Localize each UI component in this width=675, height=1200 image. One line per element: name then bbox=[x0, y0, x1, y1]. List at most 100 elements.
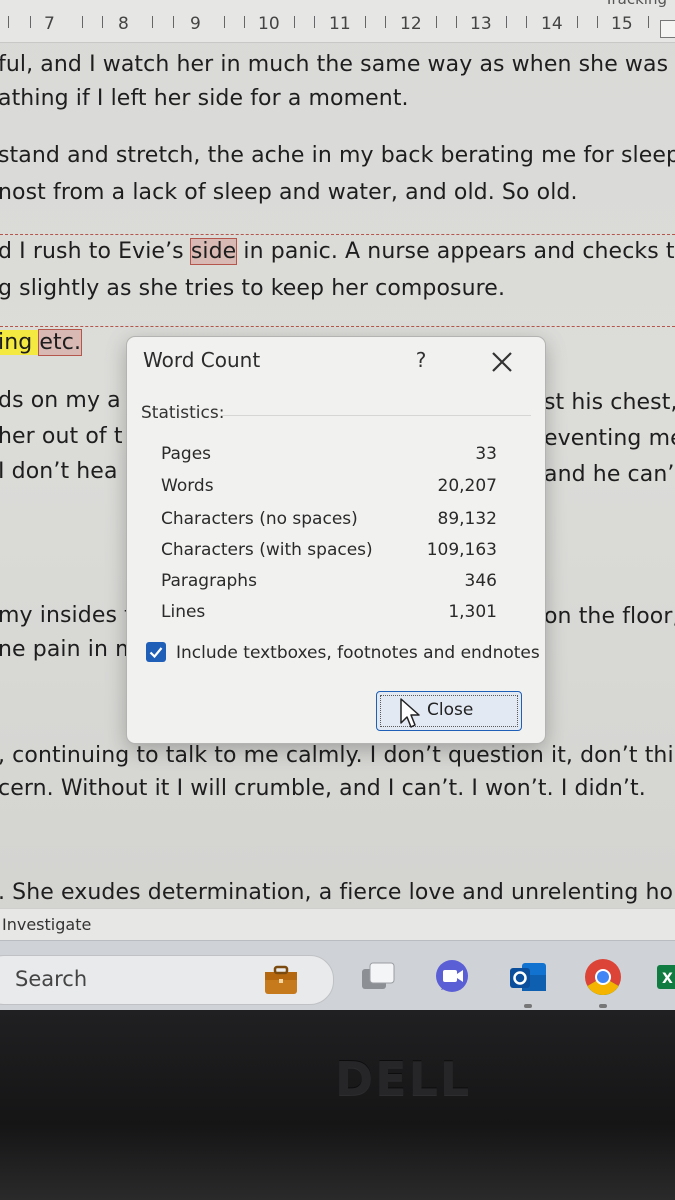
stat-label: Lines bbox=[161, 602, 206, 622]
dell-logo: DELL bbox=[335, 1052, 472, 1106]
ruler-number: 13 bbox=[470, 14, 492, 34]
stat-value: 20,207 bbox=[437, 476, 497, 496]
stat-value: 346 bbox=[464, 571, 497, 591]
running-indicator bbox=[524, 1004, 532, 1008]
word-count-dialog: Word Count ? Statistics: Pages 33 Words … bbox=[126, 336, 546, 744]
close-button[interactable]: Close bbox=[376, 691, 522, 731]
doc-text-line[interactable]: ing etc. bbox=[0, 329, 83, 356]
ruler-number: 9 bbox=[190, 14, 201, 34]
doc-text-line-left[interactable]: ne pain in m bbox=[0, 637, 137, 662]
search-label: Search bbox=[15, 967, 88, 991]
ruler-number: 12 bbox=[400, 14, 422, 34]
ruler-tick bbox=[597, 16, 598, 28]
ruler-number: 15 bbox=[611, 14, 633, 34]
doc-text-line[interactable]: nost from a lack of sleep and water, and… bbox=[0, 180, 578, 205]
doc-text-line-left[interactable]: ds on my a bbox=[0, 388, 121, 413]
ruler-number: 14 bbox=[541, 14, 563, 34]
document-screen: Tracking 7 8 9 10 11 12 13 14 15 ful, an… bbox=[0, 0, 675, 1010]
svg-text:X: X bbox=[662, 971, 673, 987]
task-view-icon[interactable] bbox=[358, 957, 398, 997]
tracked-change-word[interactable]: side bbox=[189, 238, 238, 265]
doc-text-line-left[interactable]: I don’t hea bbox=[0, 459, 118, 484]
ruler-tick bbox=[526, 16, 527, 28]
status-bar: Investigate bbox=[0, 908, 675, 941]
video-chat-icon[interactable] bbox=[432, 957, 472, 997]
horizontal-ruler[interactable]: Tracking 7 8 9 10 11 12 13 14 15 bbox=[0, 0, 675, 43]
ruler-tick bbox=[8, 16, 9, 28]
ruler-tick bbox=[82, 16, 83, 28]
close-button-label: Close bbox=[427, 700, 474, 720]
doc-text-line[interactable]: d I rush to Evie’s side in panic. A nurs… bbox=[0, 238, 675, 265]
ruler-number: 7 bbox=[44, 14, 55, 34]
dialog-title: Word Count bbox=[143, 348, 261, 372]
chrome-icon[interactable] bbox=[583, 957, 623, 997]
tracked-change-marker bbox=[0, 326, 675, 327]
divider bbox=[221, 415, 531, 416]
running-indicator bbox=[599, 1004, 607, 1008]
doc-text-line[interactable]: , continuing to talk to me calmly. I don… bbox=[0, 743, 675, 768]
right-indent-marker[interactable] bbox=[660, 20, 675, 38]
ruler-tick bbox=[314, 16, 315, 28]
doc-text-segment: in panic. A nurse appears and checks the bbox=[236, 239, 675, 264]
doc-text-line[interactable]: ful, and I watch her in much the same wa… bbox=[0, 52, 668, 77]
stat-label: Pages bbox=[161, 444, 212, 464]
ruler-tick bbox=[224, 16, 225, 28]
doc-text-line-left[interactable]: my insides t bbox=[0, 603, 133, 628]
include-textboxes-checkbox[interactable] bbox=[146, 642, 166, 662]
mouse-pointer-icon bbox=[399, 697, 421, 729]
doc-text-line[interactable]: cern. Without it I will crumble, and I c… bbox=[0, 776, 646, 801]
ruler-tick bbox=[436, 16, 437, 28]
ruler-tick bbox=[385, 16, 386, 28]
ruler-tick bbox=[30, 16, 31, 28]
stat-value: 1,301 bbox=[448, 602, 497, 622]
ruler-number: 10 bbox=[258, 14, 280, 34]
tracked-change-word[interactable]: etc. bbox=[38, 329, 83, 356]
ruler-tick bbox=[648, 16, 649, 28]
doc-text-line[interactable]: stand and stretch, the ache in my back b… bbox=[0, 143, 675, 168]
briefcase-icon[interactable] bbox=[261, 960, 301, 1000]
ruler-number: 8 bbox=[118, 14, 129, 34]
stat-row-lines: Lines 1,301 bbox=[161, 602, 497, 628]
doc-text-line-right[interactable]: and he can’t. bbox=[544, 462, 675, 487]
stat-row-pages: Pages 33 bbox=[161, 444, 497, 470]
stat-label: Words bbox=[161, 476, 214, 496]
stat-row-characters-with-spaces: Characters (with spaces) 109,163 bbox=[161, 540, 497, 566]
help-button[interactable]: ? bbox=[409, 348, 433, 374]
ruler-tick bbox=[294, 16, 295, 28]
ruler-number: 11 bbox=[329, 14, 351, 34]
tracking-label: Tracking bbox=[605, 0, 667, 8]
ruler-tick bbox=[244, 16, 245, 28]
excel-icon[interactable]: X bbox=[655, 957, 675, 997]
ruler-tick bbox=[506, 16, 507, 28]
stat-label: Characters (no spaces) bbox=[161, 509, 358, 529]
ruler-tick bbox=[102, 16, 103, 28]
doc-text-line-right[interactable]: st his chest, bbox=[544, 390, 675, 415]
outlook-icon[interactable] bbox=[508, 957, 548, 997]
doc-text-line[interactable]: athing if I left her side for a moment. bbox=[0, 86, 409, 111]
stat-value: 33 bbox=[475, 444, 497, 464]
stat-value: 109,163 bbox=[426, 540, 497, 560]
taskbar-search-box[interactable]: Search bbox=[0, 955, 334, 1005]
doc-text-line-left[interactable]: her out of t bbox=[0, 424, 123, 449]
ruler-tick bbox=[456, 16, 457, 28]
include-textboxes-label[interactable]: Include textboxes, footnotes and endnote… bbox=[176, 643, 540, 663]
stat-label: Characters (with spaces) bbox=[161, 540, 373, 560]
doc-text-line[interactable]: g slightly as she tries to keep her comp… bbox=[0, 276, 505, 301]
tracked-change-marker bbox=[0, 234, 675, 235]
stat-row-paragraphs: Paragraphs 346 bbox=[161, 571, 497, 597]
close-icon[interactable] bbox=[489, 349, 515, 375]
stat-row-characters-no-spaces: Characters (no spaces) 89,132 bbox=[161, 509, 497, 535]
ruler-tick bbox=[152, 16, 153, 28]
doc-text-line-right[interactable]: on the floor, bbox=[544, 604, 675, 629]
ruler-tick bbox=[577, 16, 578, 28]
stat-row-words: Words 20,207 bbox=[161, 476, 497, 502]
doc-text-line[interactable]: . She exudes determination, a fierce lov… bbox=[0, 880, 675, 905]
doc-text-segment: d I rush to Evie’s bbox=[0, 239, 191, 264]
status-investigate[interactable]: Investigate bbox=[2, 915, 91, 934]
taskbar: Search X bbox=[0, 940, 675, 1010]
stat-label: Paragraphs bbox=[161, 571, 257, 591]
doc-text-line-right[interactable]: eventing me bbox=[544, 426, 675, 451]
highlighted-text: ing bbox=[0, 330, 40, 355]
ruler-tick bbox=[365, 16, 366, 28]
stat-value: 89,132 bbox=[437, 509, 497, 529]
